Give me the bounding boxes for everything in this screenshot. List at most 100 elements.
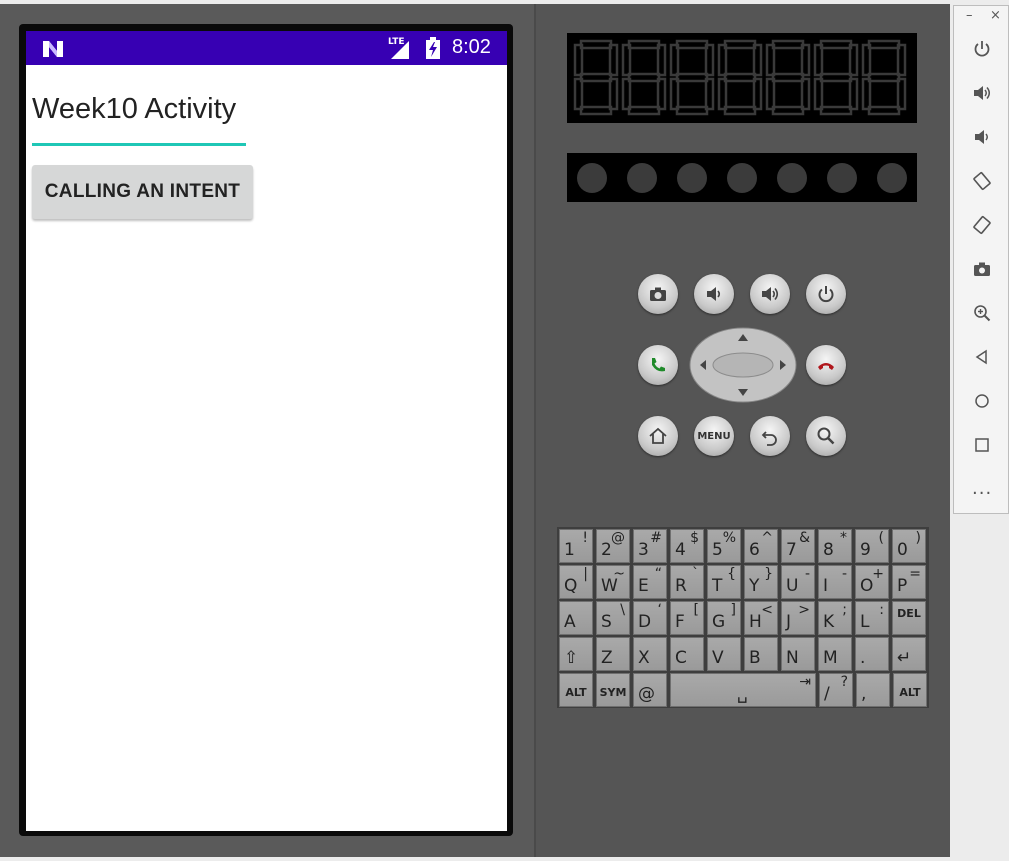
close-button[interactable]: × (990, 8, 1001, 23)
alt-left-key[interactable]: ALT (559, 673, 593, 707)
key-shift-label: [ (693, 602, 699, 618)
menu-button[interactable]: MENU (694, 416, 734, 456)
key-label: Z (601, 648, 613, 668)
key-t[interactable]: T{ (707, 565, 741, 599)
key-b[interactable]: B (744, 637, 778, 671)
key-x[interactable]: X (633, 637, 667, 671)
key-e[interactable]: E “ (633, 565, 667, 599)
key-label: 1 (564, 540, 575, 560)
edit-text-field[interactable]: Week10 Activity (32, 93, 236, 126)
at-key[interactable]: @ (633, 673, 667, 707)
lcd-segment (723, 72, 757, 83)
search-icon[interactable] (806, 416, 846, 456)
rotate-right-icon[interactable] (972, 215, 992, 235)
key-c[interactable]: C (670, 637, 704, 671)
lcd-segment (813, 43, 824, 77)
key-l[interactable]: L: (855, 601, 889, 635)
key-u[interactable]: U- (781, 565, 815, 599)
key-r[interactable]: R ` (670, 565, 704, 599)
key-i[interactable]: I- (818, 565, 852, 599)
minimize-button[interactable]: – (966, 8, 973, 23)
key-9[interactable]: 9( (855, 529, 889, 563)
comma-key[interactable]: , (856, 673, 890, 707)
key-label: B (749, 648, 761, 668)
key-label: S (601, 612, 612, 632)
slash-key[interactable]: /? (819, 673, 853, 707)
device-screen[interactable]: LTE 8:02 Week10 Activity CALLING AN INTE… (26, 31, 507, 831)
key-shift-label: : (879, 602, 884, 618)
volume-down-icon[interactable] (972, 127, 992, 147)
key-special[interactable]: ⇧ (559, 637, 593, 671)
key-w[interactable]: W ~ (596, 565, 630, 599)
key-d[interactable]: D ‘ (633, 601, 667, 635)
sym-key[interactable]: SYM (596, 673, 630, 707)
key-shift-label: ~ (613, 566, 625, 582)
key-y[interactable]: Y} (744, 565, 778, 599)
key-q[interactable]: Q | (559, 565, 593, 599)
key-shift-label: + (872, 566, 884, 582)
key-shift-label: % (722, 530, 736, 546)
back-icon[interactable] (750, 416, 790, 456)
key-label: R (675, 576, 687, 596)
key-j[interactable]: J > (781, 601, 815, 635)
key-g[interactable]: G] (707, 601, 741, 635)
key-v[interactable]: V (707, 637, 741, 671)
key-p[interactable]: P = (892, 565, 926, 599)
key-3[interactable]: 3 # (633, 529, 667, 563)
key-shift-label: ` (692, 566, 699, 582)
camera-icon[interactable] (638, 274, 678, 314)
key-z[interactable]: Z (596, 637, 630, 671)
key-special[interactable]: DEL (892, 601, 926, 635)
space-key[interactable]: ␣ ⇥ (670, 673, 816, 707)
key-o[interactable]: O + (855, 565, 889, 599)
key-1[interactable]: 1! (559, 529, 593, 563)
key-m[interactable]: M (818, 637, 852, 671)
key-special[interactable]: ↵ (892, 637, 926, 671)
key-f[interactable]: F[ (670, 601, 704, 635)
alt-right-key[interactable]: ALT (893, 673, 927, 707)
volume-up-icon[interactable] (972, 83, 992, 103)
key-label: . (860, 648, 866, 668)
key-h[interactable]: H < (744, 601, 778, 635)
key-special[interactable]: . (855, 637, 889, 671)
back-icon[interactable] (972, 347, 992, 367)
key-0[interactable]: 0) (892, 529, 926, 563)
power-icon[interactable] (972, 39, 992, 59)
key-6[interactable]: 6 ^ (744, 529, 778, 563)
dpad[interactable] (689, 327, 797, 403)
home-icon[interactable] (638, 416, 678, 456)
zoom-icon[interactable] (972, 303, 992, 323)
key-label: T (712, 576, 723, 596)
rotate-left-icon[interactable] (972, 171, 992, 191)
key-a[interactable]: A (559, 601, 593, 635)
key-5[interactable]: 5% (707, 529, 741, 563)
key-label: J (786, 612, 792, 632)
key-s[interactable]: S \ (596, 601, 630, 635)
screenshot-icon[interactable] (972, 259, 992, 279)
volume-up-icon[interactable] (750, 274, 790, 314)
key-label: 0 (897, 540, 908, 560)
call-icon[interactable] (638, 345, 678, 385)
overview-icon[interactable] (972, 435, 992, 455)
key-8[interactable]: 8 * (818, 529, 852, 563)
volume-down-icon[interactable] (694, 274, 734, 314)
more-options-icon[interactable]: ... (972, 478, 992, 499)
lcd-segment (867, 72, 901, 83)
calling-intent-button[interactable]: CALLING AN INTENT (32, 165, 253, 219)
key-2[interactable]: 2 @ (596, 529, 630, 563)
key-7[interactable]: 7 & (781, 529, 815, 563)
key-k[interactable]: K; (818, 601, 852, 635)
lcd-segment (819, 105, 853, 116)
key-shift-label: @ (611, 530, 625, 546)
end-call-icon[interactable] (806, 345, 846, 385)
lcd-segment (627, 105, 661, 116)
lcd-segment (627, 72, 661, 83)
lcd-segment (656, 43, 667, 77)
key-n[interactable]: N (781, 637, 815, 671)
lcd-segment (704, 77, 715, 111)
key-4[interactable]: 4 $ (670, 529, 704, 563)
key-label: 5 (712, 540, 723, 560)
key-shift-label: ! (582, 530, 588, 546)
power-icon[interactable] (806, 274, 846, 314)
home-icon[interactable] (972, 391, 992, 411)
